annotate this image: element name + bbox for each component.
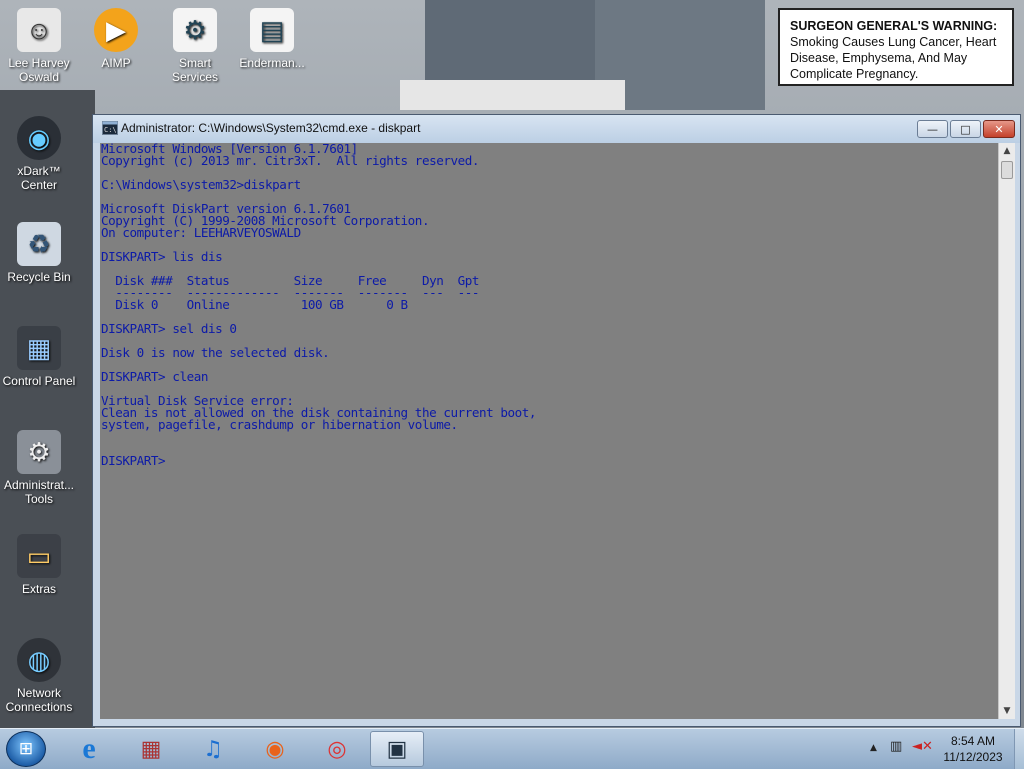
surgeon-general-billboard: SURGEON GENERAL'S WARNING: Smoking Cause… [778, 8, 1014, 86]
console-line: On computer: LEEHARVEYOSWALD [101, 225, 301, 240]
clock-date: 11/12/2023 [943, 750, 1003, 764]
network-icon: ◍ [17, 638, 61, 682]
console-line: C:\Windows\system32>diskpart [101, 177, 301, 192]
tray-expand-icon[interactable]: ▲ [870, 743, 877, 753]
desktop-icon-extras[interactable]: ▭ Extras [1, 534, 77, 596]
taskbar-music-player[interactable]: ♫ [186, 731, 240, 767]
taskbar-cmd[interactable]: ▣ [370, 731, 424, 767]
taskbar-chrome[interactable]: ◎ [310, 731, 364, 767]
volume-muted-icon[interactable]: ◄✕ [912, 739, 933, 754]
wallpaper-sign [400, 80, 625, 110]
desktop-icon-smart-services[interactable]: ⚙ Smart Services [157, 8, 233, 84]
desktop-icon-administrative-tools[interactable]: ⚙ Administrat... Tools [1, 430, 77, 506]
windows-logo-icon: ⊞ [18, 739, 34, 759]
console-line: DISKPART> sel dis 0 [101, 321, 237, 336]
close-button[interactable]: ✕ [983, 120, 1015, 138]
shortcut-icon: ▤ [250, 8, 294, 52]
desktop-icon-recycle-bin[interactable]: ♻ Recycle Bin [1, 222, 77, 284]
music-note-icon: ♫ [203, 736, 223, 762]
wallpaper-building [425, 0, 595, 80]
internet-explorer-icon: e [82, 732, 96, 765]
chrome-icon: ◎ [327, 736, 347, 762]
show-desktop-button[interactable] [1014, 729, 1024, 769]
system-clock[interactable]: 8:54 AM 11/12/2023 [938, 733, 1008, 765]
warning-heading: SURGEON GENERAL'S WARNING: [790, 19, 998, 33]
desktop-icon-label: Smart Services [171, 56, 218, 84]
desktop-icon-label: Administrat... Tools [3, 478, 75, 506]
cmd-window-icon: C:\ [102, 121, 118, 135]
admin-tools-icon: ⚙ [17, 430, 61, 474]
taskbar-archive-app[interactable]: ▦ [124, 731, 178, 767]
services-icon: ⚙ [173, 8, 217, 52]
minimize-icon: — [927, 122, 938, 136]
console-line: system, pagefile, crashdump or hibernati… [101, 417, 458, 432]
recycle-bin-icon: ♻ [17, 222, 61, 266]
desktop-icon-label: Recycle Bin [7, 270, 71, 284]
console-line: DISKPART> lis dis [101, 249, 223, 264]
cmd-icon: ▣ [386, 736, 408, 762]
desktop-icon-lee-harvey-oswald[interactable]: ☺ Lee Harvey Oswald [1, 8, 77, 84]
taskbar-firefox[interactable]: ◉ [248, 731, 302, 767]
scroll-up-icon[interactable]: ▲ [999, 143, 1015, 159]
desktop-icon-label: xDark™ Center [17, 164, 61, 192]
firefox-icon: ◉ [265, 736, 285, 762]
clock-time: 8:54 AM [950, 734, 996, 748]
console-text[interactable]: Microsoft Windows [Version 6.1.7601] Copy… [100, 143, 998, 467]
maximize-button[interactable]: □ [950, 120, 981, 138]
window-titlebar[interactable]: C:\ Administrator: C:\Windows\System32\c… [93, 115, 1020, 143]
desktop-icon-aimp[interactable]: ▶ AIMP [78, 8, 154, 70]
desktop-icon-network-connections[interactable]: ◍ Network Connections [1, 638, 77, 714]
folder-icon: ▭ [17, 534, 61, 578]
desktop-icon-xdark-center[interactable]: ◉ xDark™ Center [1, 116, 77, 192]
desktop-icon-control-panel[interactable]: ▦ Control Panel [1, 326, 77, 388]
warning-text: Smoking Causes Lung Cancer, Heart Diseas… [790, 35, 997, 81]
aimp-icon: ▶ [94, 8, 138, 52]
user-icon: ☺ [17, 8, 61, 52]
desktop-icon-label: Extras [21, 582, 56, 596]
desktop-icon-label: AIMP [101, 56, 131, 70]
taskbar-internet-explorer[interactable]: e [62, 731, 116, 767]
vertical-scrollbar[interactable]: ▲ ▼ [998, 143, 1015, 719]
console-line: Disk 0 is now the selected disk. [101, 345, 330, 360]
console-line: DISKPART> clean [101, 369, 208, 384]
scroll-thumb[interactable] [1001, 161, 1013, 179]
console-line: Copyright (c) 2013 mr. Citr3xT. All righ… [101, 153, 480, 168]
console-line: DISKPART> [101, 453, 173, 468]
desktop-icon-enderman[interactable]: ▤ Enderman... [234, 8, 310, 70]
scroll-down-icon[interactable]: ▼ [999, 703, 1015, 719]
minimize-button[interactable]: — [917, 120, 948, 138]
control-panel-icon: ▦ [17, 326, 61, 370]
taskbar: ⊞ e ▦ ♫ ◉ ◎ ▣ ▲ ▥ ◄✕ 8:54 AM 11/12/2023 [0, 728, 1024, 769]
desktop-icon-label: Control Panel [2, 374, 76, 388]
window-title: Administrator: C:\Windows\System32\cmd.e… [121, 121, 421, 135]
xdark-icon: ◉ [17, 116, 61, 160]
cmd-window[interactable]: C:\ Administrator: C:\Windows\System32\c… [92, 114, 1021, 727]
console-line: Disk 0 Online 100 GB 0 B [101, 297, 408, 312]
maximize-icon: □ [960, 122, 971, 136]
archive-icon: ▦ [140, 736, 162, 762]
desktop-icon-label: Network Connections [5, 686, 73, 714]
desktop-icon-label: Enderman... [239, 56, 305, 70]
close-icon: ✕ [994, 122, 1004, 136]
svg-text:C:\: C:\ [104, 126, 117, 134]
start-button[interactable]: ⊞ [6, 731, 46, 767]
console-output[interactable]: Microsoft Windows [Version 6.1.7601] Copy… [100, 143, 998, 719]
network-tray-icon[interactable]: ▥ [890, 739, 902, 754]
desktop-icon-label: Lee Harvey Oswald [8, 56, 70, 84]
